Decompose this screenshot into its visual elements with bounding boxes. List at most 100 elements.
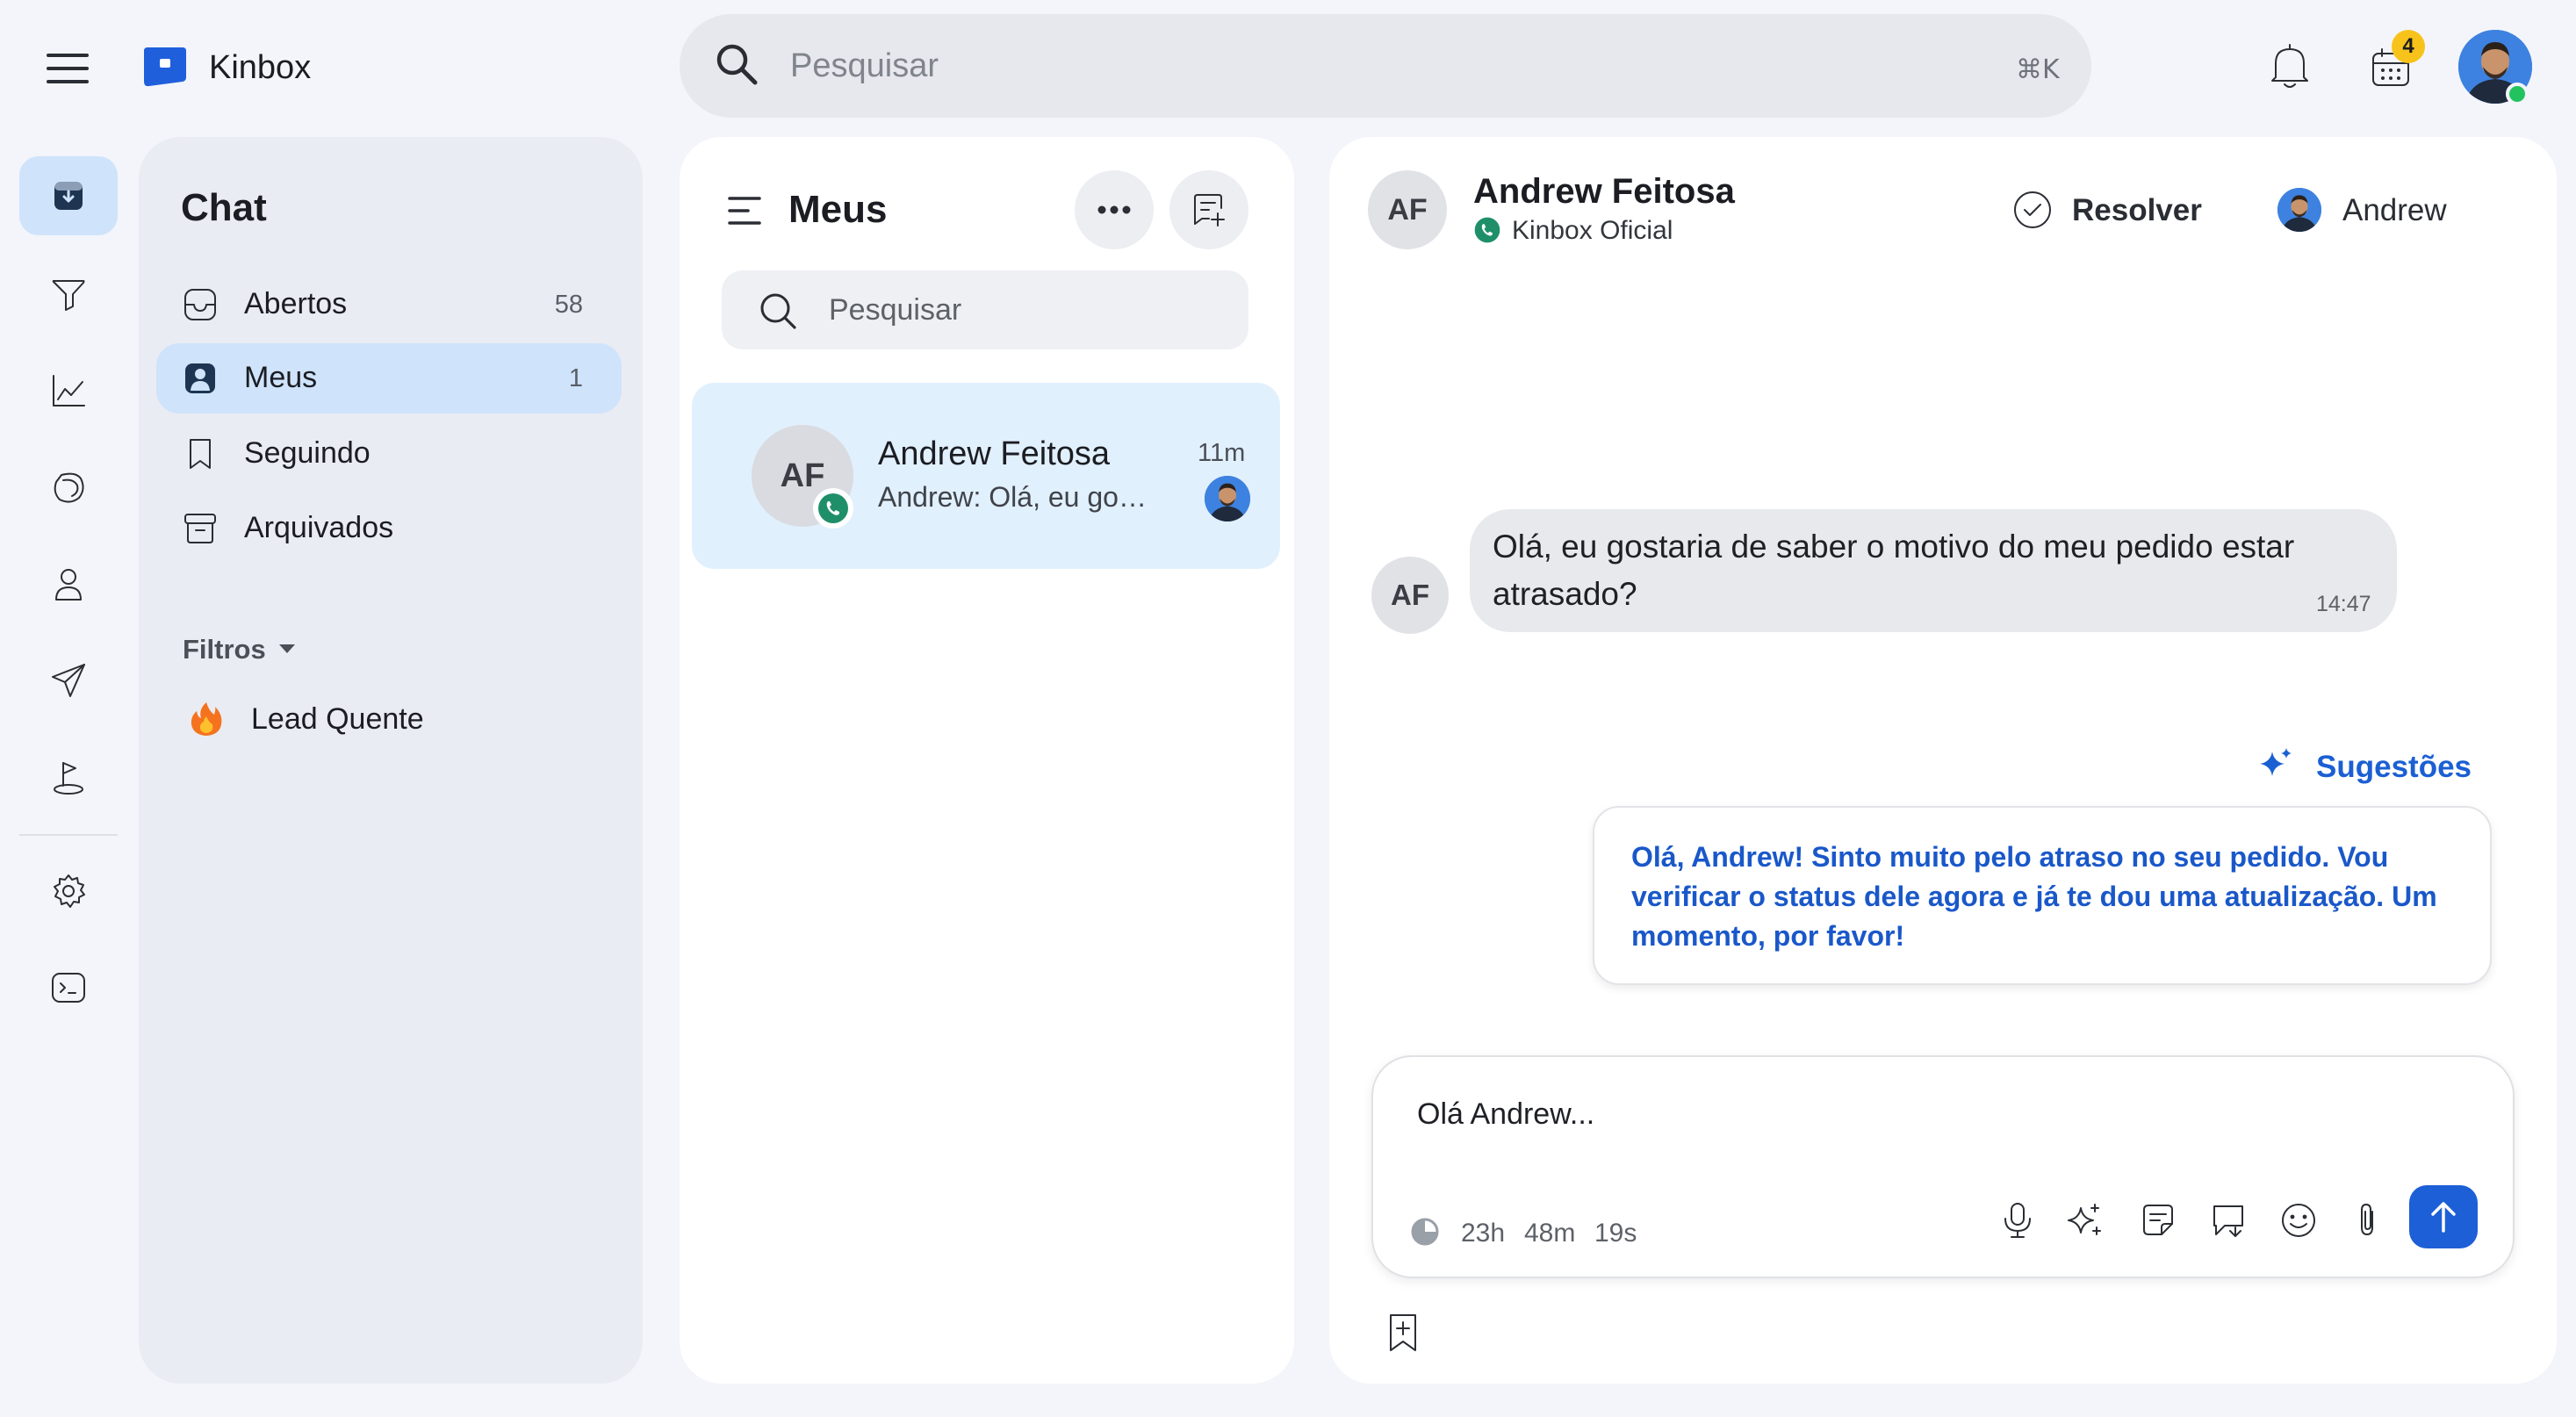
quick-reply-button[interactable] (2135, 1198, 2181, 1243)
rail-settings-button[interactable] (19, 852, 118, 931)
smile-icon (2282, 1204, 2315, 1237)
assignee-avatar[interactable] (2277, 188, 2321, 232)
inbox-tray-icon (184, 289, 216, 320)
compose-icon (1194, 194, 1225, 227)
chat-panel-title: Chat (181, 186, 267, 229)
sparkle-icon (2068, 1204, 2101, 1235)
bell-icon (2271, 44, 2308, 88)
person-square-icon (185, 363, 215, 393)
chat-nav-meus[interactable]: Meus 1 (156, 343, 622, 414)
archive-icon (184, 514, 216, 543)
chat-square-icon (2213, 1205, 2243, 1237)
assignee-photo-icon (2277, 188, 2321, 232)
chevron-down-icon (279, 644, 295, 653)
arrow-up-icon (2431, 1202, 2456, 1233)
gear-icon (54, 874, 85, 908)
microphone-button[interactable] (1995, 1198, 2040, 1243)
rail-inbox-button[interactable] (19, 156, 118, 235)
new-conversation-button[interactable] (1169, 170, 1248, 249)
chat-nav-arquivados[interactable]: Arquivados (156, 493, 622, 564)
paperclip-icon (2361, 1204, 2373, 1235)
list-view-toggle[interactable] (727, 195, 762, 227)
whatsapp-icon (813, 488, 853, 529)
microphone-icon (2004, 1203, 2031, 1238)
rail-contacts-cards-button[interactable] (19, 448, 118, 527)
message-sender-avatar: AF (1371, 557, 1449, 634)
inbox-icon (54, 182, 83, 210)
check-circle-icon[interactable] (2012, 190, 2053, 230)
note-icon (2143, 1205, 2173, 1235)
chat-nav-label: Seguindo (244, 436, 371, 470)
flag-icon (54, 762, 83, 795)
hamburger-icon (47, 54, 89, 83)
assignee-selector[interactable]: Andrew (2342, 193, 2447, 228)
message-time: 14:47 (2316, 592, 2371, 616)
send-button[interactable] (2409, 1185, 2478, 1248)
list-title: Meus (788, 188, 888, 231)
conversation-contact-name: Andrew Feitosa (878, 435, 1111, 472)
online-status-dot (2506, 83, 2529, 105)
conversation-time: 11m (1198, 439, 1246, 467)
rail-reports-button[interactable] (19, 351, 118, 430)
chat-nav-label: Arquivados (244, 511, 394, 544)
global-search-input[interactable] (790, 35, 1932, 97)
rail-campaigns-button[interactable] (19, 641, 118, 720)
filter-lead-quente[interactable]: Lead Quente (251, 702, 424, 737)
attach-button[interactable] (2344, 1198, 2390, 1243)
ai-assist-button[interactable] (2062, 1198, 2107, 1243)
rail-bot-button[interactable] (19, 737, 118, 816)
emoji-button[interactable] (2276, 1198, 2321, 1243)
agent-photo-icon (1205, 476, 1250, 521)
menu-toggle-button[interactable] (46, 51, 90, 86)
add-bookmark-button[interactable] (1384, 1312, 1422, 1354)
list-search-input[interactable] (829, 279, 1215, 341)
notifications-button[interactable] (2267, 42, 2313, 91)
rail-divider (19, 834, 118, 836)
assigned-agent-avatar (1205, 476, 1250, 521)
terminal-icon (52, 973, 85, 1003)
chat-nav-abertos[interactable]: Abertos 58 (156, 270, 622, 340)
chat-nav-seguindo[interactable]: Seguindo (156, 419, 622, 489)
more-dots-icon (1097, 205, 1131, 214)
channel-name: Kinbox Oficial (1512, 216, 1673, 245)
timer-hours: 23h (1461, 1219, 1506, 1248)
suggestions-label: Sugestões (2316, 750, 2472, 784)
search-shortcut-hint: ⌘K (2016, 54, 2060, 85)
chat-nav-count: 58 (554, 291, 583, 319)
contact-avatar[interactable]: AF (1368, 170, 1447, 249)
sparkle-icon (2258, 746, 2293, 781)
stack-icon (54, 472, 84, 503)
conversation-preview: Andrew: Olá, eu gostaria de saber o moti… (878, 481, 1150, 513)
search-icon (757, 290, 799, 332)
calendar-count-badge: 4 (2392, 30, 2425, 63)
chat-nav-label: Meus (244, 361, 318, 394)
internal-note-button[interactable] (2205, 1198, 2251, 1243)
rail-funnel-button[interactable] (19, 255, 118, 334)
filters-toggle[interactable]: Filtros (183, 634, 266, 665)
suggestion-text: Olá, Andrew! Sinto muito pelo atraso no … (1631, 841, 2437, 952)
contact-name[interactable]: Andrew Feitosa (1473, 172, 1735, 212)
bookmark-plus-icon (1390, 1314, 1416, 1351)
rail-terminal-button[interactable] (19, 948, 118, 1027)
send-plane-icon (52, 664, 85, 697)
chat-nav-count: 1 (568, 364, 583, 392)
whatsapp-icon (1473, 216, 1501, 244)
search-icon (713, 40, 760, 88)
funnel-icon (52, 280, 85, 311)
brand-name: Kinbox (209, 49, 312, 86)
person-icon (55, 569, 82, 601)
list-more-button[interactable] (1075, 170, 1154, 249)
align-left-icon (728, 197, 761, 225)
timer-icon (1410, 1217, 1440, 1247)
chart-line-icon (53, 375, 85, 406)
timer-minutes: 48m (1524, 1219, 1576, 1248)
chat-nav-label: Abertos (244, 287, 348, 320)
fire-icon (188, 701, 225, 737)
message-text: Olá, eu gostaria de saber o motivo do me… (1493, 529, 2295, 612)
composer-input[interactable]: Olá Andrew... (1417, 1097, 1594, 1132)
bookmark-icon (190, 439, 211, 469)
kinbox-logo (142, 46, 188, 88)
resolve-button[interactable]: Resolver (2072, 193, 2202, 228)
timer-seconds: 19s (1594, 1219, 1637, 1248)
rail-contacts-button[interactable] (19, 544, 118, 623)
